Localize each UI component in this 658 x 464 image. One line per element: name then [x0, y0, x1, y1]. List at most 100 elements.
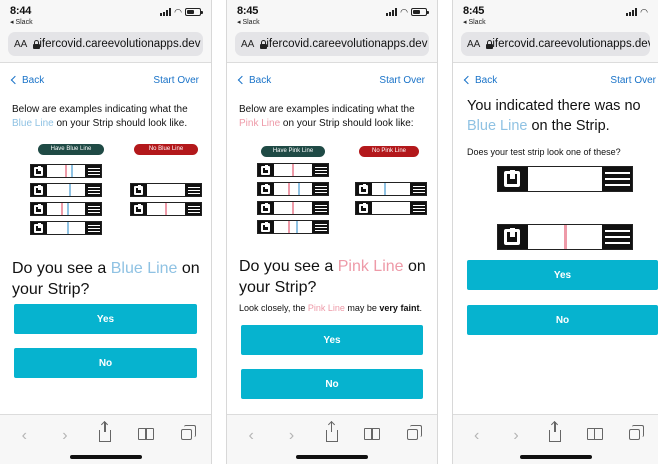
tabs-icon[interactable]	[176, 425, 198, 444]
reader-options-button[interactable]: AA	[241, 39, 254, 50]
battery-icon	[411, 8, 429, 16]
clock: 8:44	[10, 5, 32, 17]
home-indicator[interactable]	[69, 455, 142, 459]
no-button[interactable]: No	[467, 305, 658, 335]
strip-example	[355, 182, 427, 196]
wifi-icon: ◠	[174, 7, 182, 17]
intro-before: Below are examples indicating what the	[239, 104, 415, 115]
share-icon[interactable]	[544, 422, 566, 446]
start-over-link[interactable]: Start Over	[610, 75, 656, 86]
back-label: Back	[249, 74, 272, 86]
question-before: Do you see a	[239, 258, 338, 275]
back-to-app-link[interactable]: ◂ Slack	[463, 18, 486, 26]
question-before: Do you see a	[12, 260, 111, 277]
wifi-icon: ◠	[400, 7, 408, 17]
address-bar-area: AA ifercovid.careevolutionapps.dev ↻	[453, 30, 658, 63]
strip-example	[30, 183, 102, 197]
reader-options-button[interactable]: AA	[467, 39, 480, 50]
browser-toolbar: ‹ ›	[0, 414, 211, 464]
bookmarks-icon[interactable]	[584, 428, 606, 444]
strip-example	[130, 202, 202, 216]
have-line-pill: Have Blue Line	[38, 144, 104, 155]
home-indicator[interactable]	[519, 455, 592, 459]
no-button[interactable]: No	[14, 348, 197, 378]
start-over-link[interactable]: Start Over	[379, 75, 425, 86]
no-line-pill: No Blue Line	[134, 144, 198, 155]
hint-after: .	[419, 303, 422, 313]
battery-icon	[185, 8, 203, 16]
browser-toolbar: ‹ ›	[227, 414, 437, 464]
phone-screen-pink-line: 8:45 ◂ Slack ◠ AA ifercovid.careevolutio…	[226, 0, 438, 464]
title-color-word: Blue Line	[467, 118, 528, 134]
strip-example	[30, 202, 102, 216]
back-arrow-icon[interactable]: ‹	[240, 428, 262, 444]
intro-after: on your Strip should look like:	[280, 118, 414, 129]
status-bar: 8:44 ◂ Slack ◠	[0, 0, 211, 30]
title-before: You indicated there was no	[467, 98, 641, 114]
phone-screen-no-blue-line: 8:45 ◂ Slack ◠ AA ifercovid.careevolutio…	[452, 0, 658, 464]
back-button[interactable]: Back	[237, 74, 272, 86]
question-color-word: Blue Line	[110, 260, 178, 277]
browser-toolbar: ‹ ›	[453, 414, 658, 464]
no-line-pill: No Pink Line	[359, 146, 419, 157]
forward-arrow-icon[interactable]: ›	[505, 428, 527, 444]
chevron-left-icon	[463, 75, 473, 85]
tabs-icon[interactable]	[623, 425, 645, 444]
no-button[interactable]: No	[241, 369, 423, 399]
question-heading: Do you see a Pink Line on your Strip?	[239, 256, 429, 298]
back-label: Back	[475, 74, 498, 86]
hint-bold: very faint	[379, 303, 420, 313]
strip-example-large	[497, 166, 633, 192]
question-color-word: Pink Line	[337, 258, 404, 275]
hint-color-word: Pink Line	[307, 303, 345, 313]
forward-arrow-icon[interactable]: ›	[281, 428, 303, 444]
address-bar[interactable]: AA ifercovid.careevolutionapps.dev ↻	[461, 32, 650, 56]
start-over-link[interactable]: Start Over	[153, 75, 199, 86]
faint-line-hint: Look closely, the Pink Line may be very …	[239, 302, 431, 314]
title-after: on the Strip.	[527, 118, 610, 134]
back-arrow-icon[interactable]: ‹	[13, 428, 35, 444]
url-text[interactable]: ifercovid.careevolutionapps.dev	[39, 38, 200, 50]
hint-middle: may be	[344, 303, 380, 313]
status-icons: ◠	[160, 7, 203, 17]
url-text[interactable]: ifercovid.careevolutionapps.dev	[266, 38, 427, 50]
address-bar-area: AA ifercovid.careevolutionapps.dev ↻	[227, 30, 437, 63]
address-bar-area: AA ifercovid.careevolutionapps.dev ↻	[0, 30, 211, 63]
page-nav: Back Start Over	[227, 73, 437, 87]
yes-button[interactable]: Yes	[14, 304, 197, 334]
address-bar[interactable]: AA ifercovid.careevolutionapps.dev ↻	[235, 32, 429, 56]
strip-example	[30, 221, 102, 235]
question-heading: Do you see a Blue Line on your Strip?	[12, 258, 203, 300]
home-indicator[interactable]	[296, 455, 368, 459]
bookmarks-icon[interactable]	[361, 428, 383, 444]
phone-screen-blue-line: 8:44 ◂ Slack ◠ AA ifercovid.careevolutio…	[0, 0, 212, 464]
address-bar[interactable]: AA ifercovid.careevolutionapps.dev ↻	[8, 32, 203, 56]
strip-example	[257, 163, 329, 177]
status-icons: ◠	[386, 7, 429, 17]
back-to-app-link[interactable]: ◂ Slack	[237, 18, 260, 26]
share-icon[interactable]	[94, 422, 116, 446]
result-subtitle: Does your test strip look one of these?	[467, 147, 621, 157]
reader-options-button[interactable]: AA	[14, 39, 27, 50]
back-label: Back	[22, 74, 45, 86]
intro-after: on your Strip should look like.	[53, 118, 188, 129]
yes-button[interactable]: Yes	[241, 325, 423, 355]
url-text[interactable]: ifercovid.careevolutionapps.dev	[492, 38, 650, 50]
page-nav: Back Start Over	[453, 73, 658, 87]
hint-before: Look closely, the	[239, 303, 308, 313]
strip-example-large	[497, 224, 633, 250]
intro-text: Below are examples indicating what the B…	[0, 103, 211, 131]
tabs-icon[interactable]	[402, 425, 424, 444]
status-icons: ◠	[626, 7, 648, 17]
strip-example	[355, 201, 427, 215]
forward-arrow-icon[interactable]: ›	[54, 428, 76, 444]
wifi-icon: ◠	[640, 7, 648, 17]
back-button[interactable]: Back	[10, 74, 45, 86]
bookmarks-icon[interactable]	[135, 428, 157, 444]
back-button[interactable]: Back	[463, 74, 498, 86]
yes-button[interactable]: Yes	[467, 260, 658, 290]
back-to-app-link[interactable]: ◂ Slack	[10, 18, 33, 26]
share-icon[interactable]	[321, 422, 343, 446]
intro-text: Below are examples indicating what the P…	[227, 103, 437, 131]
back-arrow-icon[interactable]: ‹	[466, 428, 488, 444]
